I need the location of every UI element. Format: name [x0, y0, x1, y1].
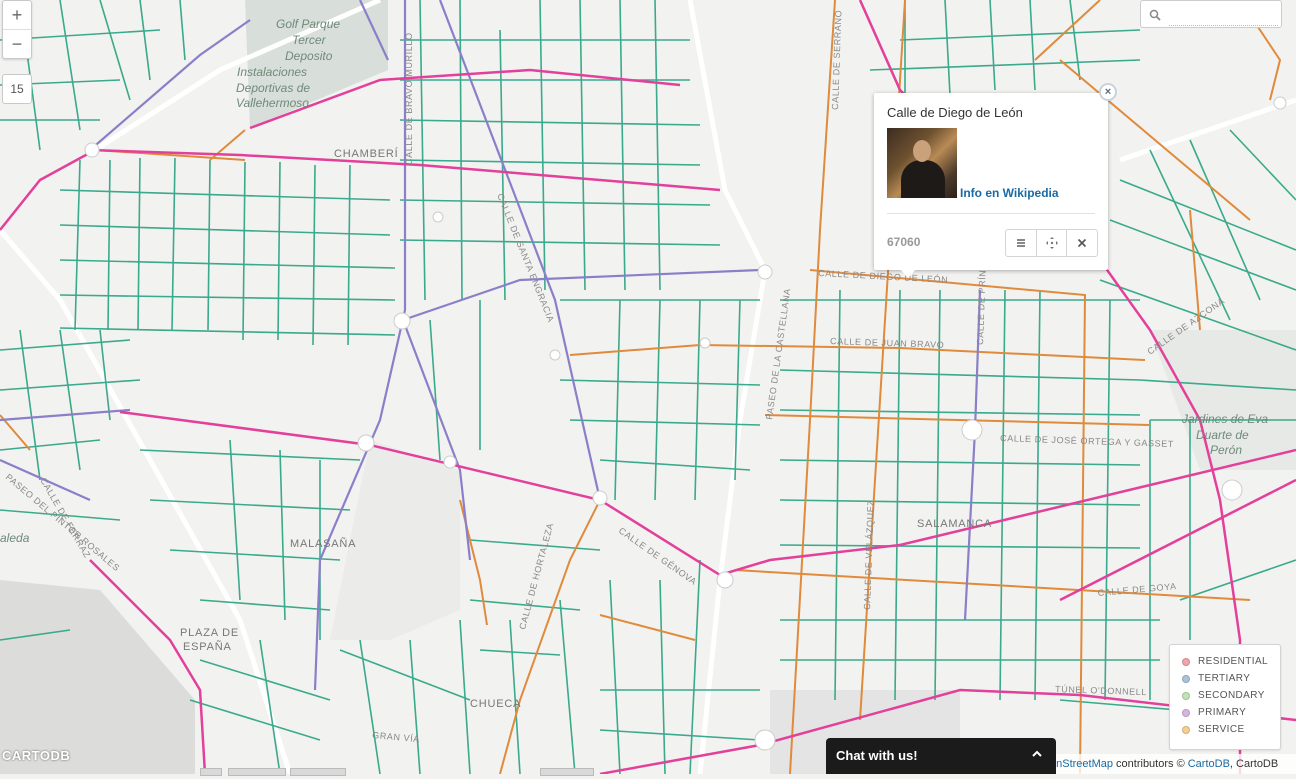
park-label: Jardines de Eva — [1181, 412, 1268, 426]
scrollbar-segment — [228, 768, 286, 776]
search-box[interactable] — [1140, 0, 1282, 28]
attribution-text: contributors © — [1112, 758, 1188, 770]
legend-item: RESIDENTIAL — [1182, 653, 1268, 670]
chevron-up-icon — [1032, 750, 1042, 757]
district-label: MALASAÑA — [290, 537, 356, 550]
cartodb-logo: CARTODB — [2, 748, 71, 763]
close-icon — [1078, 238, 1087, 248]
legend-swatch — [1182, 725, 1190, 734]
zoom-out-button[interactable]: − — [3, 29, 31, 58]
park-label: aleda — [0, 531, 30, 545]
menu-button[interactable] — [1006, 230, 1036, 256]
street-label: CALLE DE BRAVO MURILLO — [404, 32, 414, 165]
park-label: Tercer — [292, 33, 327, 47]
legend-item: PRIMARY — [1182, 704, 1246, 721]
map-legend: RESIDENTIAL TERTIARY SECONDARY PRIMARY S… — [1169, 644, 1281, 750]
popup-divider — [887, 213, 1095, 214]
zoom-in-button[interactable]: + — [3, 1, 31, 29]
place-label: ESPAÑA — [183, 640, 232, 653]
place-label: PLAZA DE — [180, 627, 239, 639]
menu-icon — [1016, 239, 1025, 247]
park-label: Duarte de — [1196, 428, 1249, 442]
park-label: Perón — [1210, 443, 1242, 457]
legend-label: PRIMARY — [1198, 707, 1247, 718]
zoom-level-indicator: 15 — [2, 74, 32, 104]
scrollbar-segment — [290, 768, 346, 776]
district-label: CHAMBERÍ — [334, 147, 399, 160]
search-input[interactable] — [1169, 5, 1278, 26]
zoom-control: + − — [2, 0, 32, 59]
legend-label: SECONDARY — [1198, 690, 1265, 701]
chat-label: Chat with us! — [836, 748, 918, 763]
district-label: SALAMANCA — [917, 518, 992, 530]
legend-label: SERVICE — [1198, 724, 1245, 735]
legend-swatch — [1182, 691, 1190, 700]
legend-swatch — [1182, 674, 1190, 683]
scrollbar-segment — [540, 768, 594, 776]
popup-pointer — [900, 269, 916, 278]
popup-toolbar — [1005, 229, 1098, 257]
district-label: CHUECA — [470, 698, 521, 710]
park-label: Deposito — [285, 49, 333, 63]
scrollbar-segment — [200, 768, 222, 776]
legend-item: TERTIARY — [1182, 670, 1250, 687]
legend-item: SECONDARY — [1182, 687, 1265, 704]
popup-title: Calle de Diego de León — [887, 105, 1023, 120]
park-label: Vallehermoso — [236, 96, 309, 110]
legend-item: SERVICE — [1182, 721, 1245, 738]
move-button[interactable] — [1035, 230, 1067, 256]
search-icon — [1149, 9, 1161, 21]
legend-label: RESIDENTIAL — [1198, 656, 1268, 667]
park-label: Deportivas de — [236, 81, 310, 95]
legend-label: TERTIARY — [1198, 673, 1251, 684]
attribution: enStreetMap contributors © CartoDB, Cart… — [1050, 754, 1296, 774]
park-label: Instalaciones — [237, 65, 307, 79]
move-icon — [1045, 237, 1058, 249]
attribution-tail: , CartoDB — [1229, 758, 1279, 770]
wikipedia-link[interactable]: Info en Wikipedia — [960, 186, 1059, 200]
chat-widget[interactable]: Chat with us! — [826, 738, 1056, 774]
osm-link[interactable]: enStreetMap — [1050, 758, 1113, 770]
portrait-image — [887, 128, 957, 198]
feature-popup: Calle de Diego de León Info en Wikipedia… — [874, 93, 1108, 270]
feature-id: 67060 — [887, 235, 921, 249]
legend-swatch — [1182, 708, 1190, 717]
park-label: Golf Parque — [276, 17, 340, 31]
legend-swatch — [1182, 657, 1190, 666]
popup-close-button[interactable]: × — [1099, 83, 1117, 101]
cartodb-link[interactable]: CartoDB — [1188, 758, 1230, 770]
close-feature-button[interactable] — [1066, 230, 1097, 256]
